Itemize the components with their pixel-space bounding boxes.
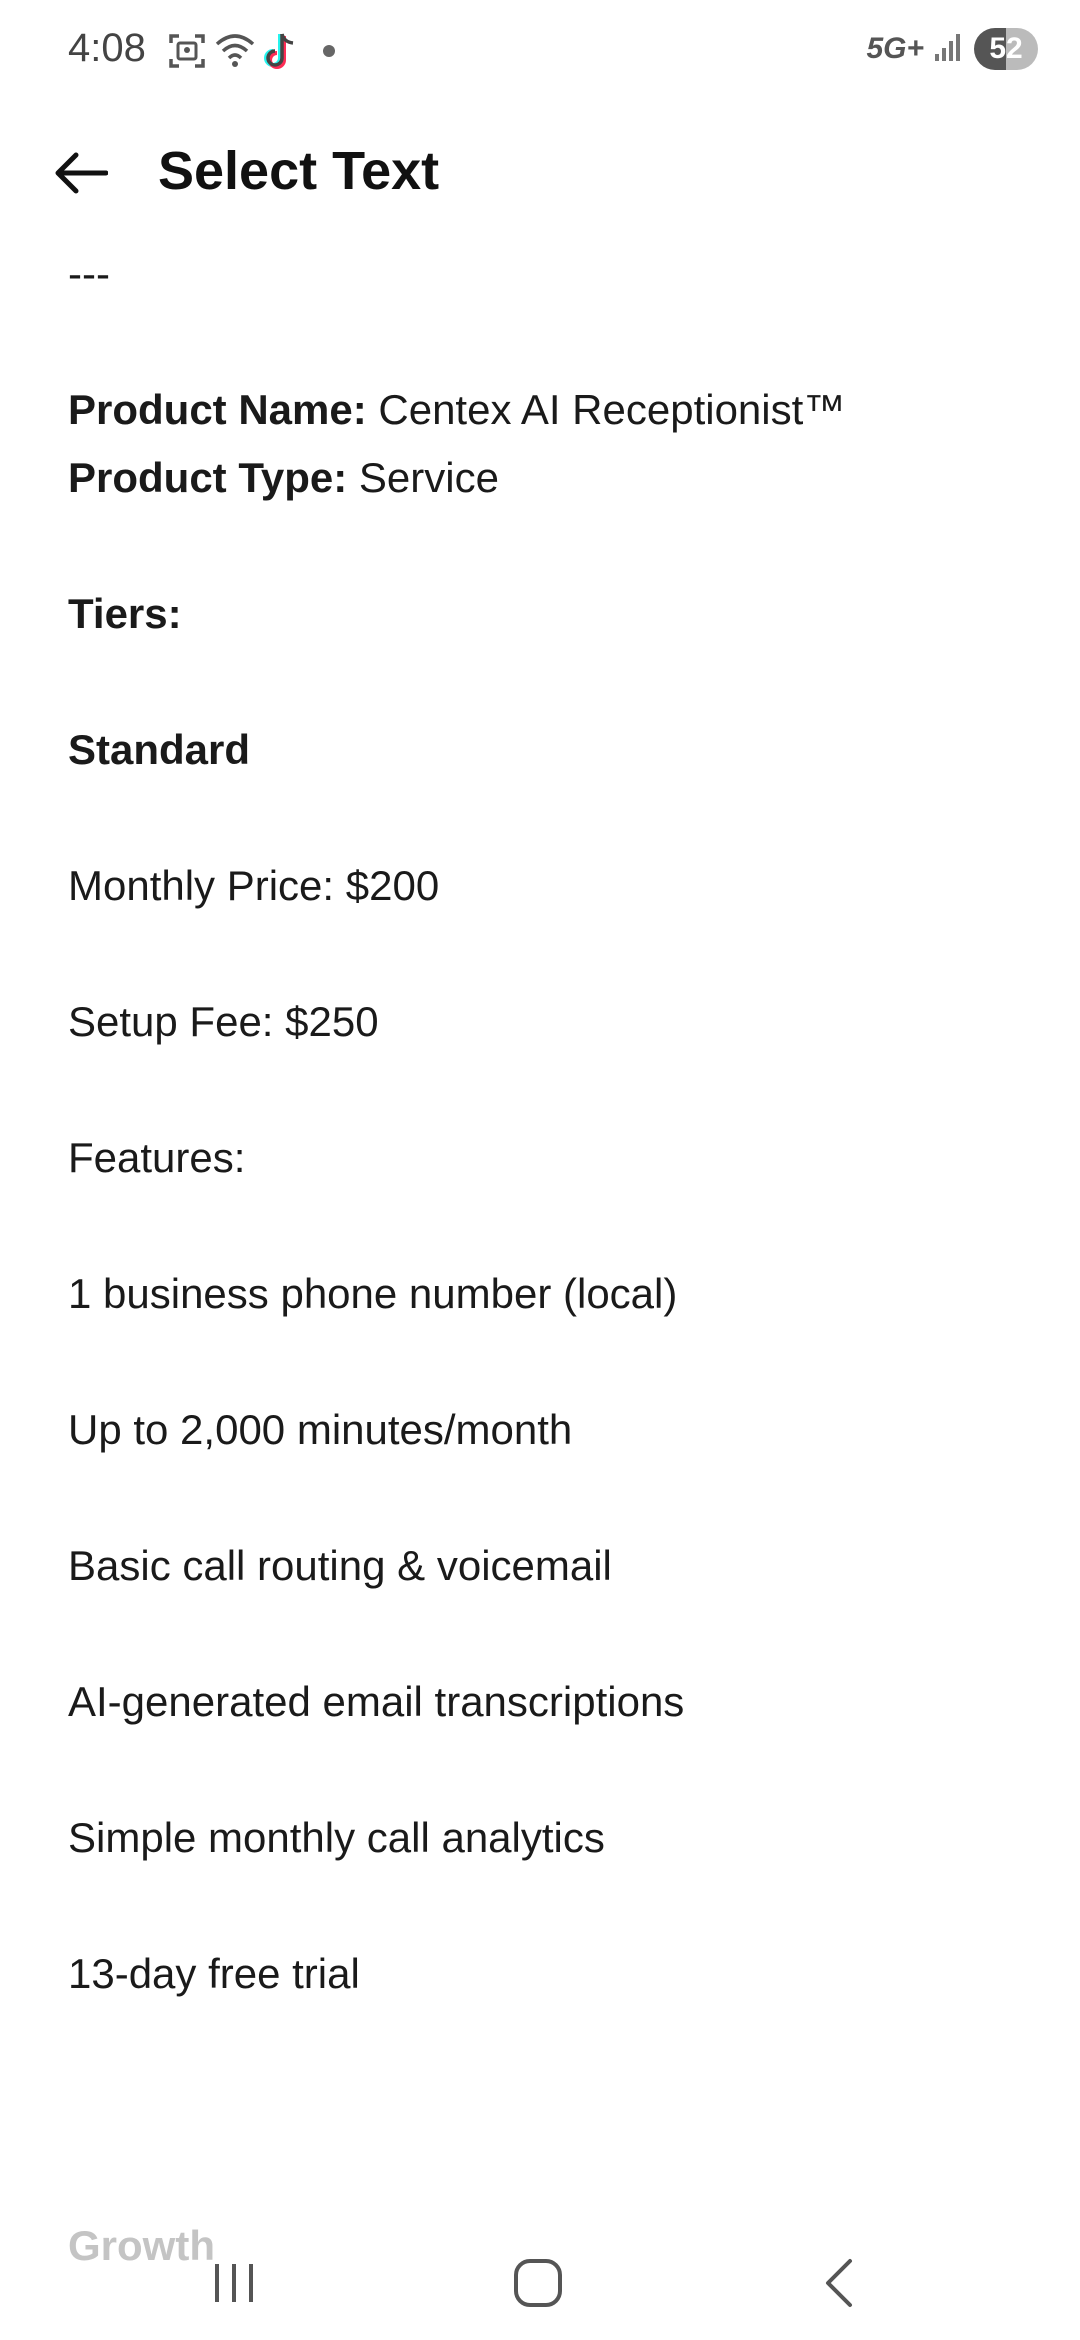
screenshot-icon xyxy=(168,32,206,75)
status-time: 4:08 xyxy=(68,26,146,70)
app-bar: Select Text xyxy=(0,110,1080,240)
wifi-icon xyxy=(214,30,256,75)
setup-fee: Setup Fee: $250 xyxy=(68,998,379,1045)
back-button[interactable] xyxy=(40,140,120,210)
system-nav-bar xyxy=(0,2220,1080,2340)
dot-icon xyxy=(322,44,336,63)
separator-text: --- xyxy=(68,250,110,297)
feature-item: Simple monthly call analytics xyxy=(68,1814,605,1861)
arrow-left-icon xyxy=(52,151,109,200)
feature-item: Basic call routing & voicemail xyxy=(68,1542,612,1589)
tiktok-icon xyxy=(262,30,298,77)
status-bar: 4:08 5G+ 52 xyxy=(0,0,1080,100)
feature-item: 13-day free trial xyxy=(68,1950,360,1997)
back-icon xyxy=(820,2257,860,2314)
feature-item: Up to 2,000 minutes/month xyxy=(68,1406,573,1453)
home-icon xyxy=(512,2257,564,2314)
product-type-label: Product Type: xyxy=(68,454,348,501)
product-name-line: Product Name: Centex AI Receptionist™ xyxy=(68,386,845,434)
signal-icon xyxy=(934,32,964,67)
back-nav-button[interactable] xyxy=(780,2240,900,2330)
product-type-value: Service xyxy=(347,454,499,501)
monthly-price: Monthly Price: $200 xyxy=(68,862,440,909)
features-heading: Features: xyxy=(68,1134,246,1181)
battery-icon: 52 xyxy=(974,28,1038,70)
product-name-label: Product Name: xyxy=(68,386,367,433)
recents-icon xyxy=(209,2260,259,2311)
product-type-line: Product Type: Service xyxy=(68,454,499,502)
page-title: Select Text xyxy=(158,141,440,201)
status-right: 5G+ 52 xyxy=(866,28,1038,70)
home-button[interactable] xyxy=(478,2240,598,2330)
tier-name: Standard xyxy=(68,726,251,773)
feature-item: AI-generated email transcriptions xyxy=(68,1678,685,1725)
network-label: 5G+ xyxy=(866,32,924,65)
feature-item: 1 business phone number (local) xyxy=(68,1270,678,1317)
recents-button[interactable] xyxy=(174,2240,294,2330)
product-name-value: Centex AI Receptionist™ xyxy=(366,386,846,433)
tiers-heading: Tiers: xyxy=(68,590,182,637)
